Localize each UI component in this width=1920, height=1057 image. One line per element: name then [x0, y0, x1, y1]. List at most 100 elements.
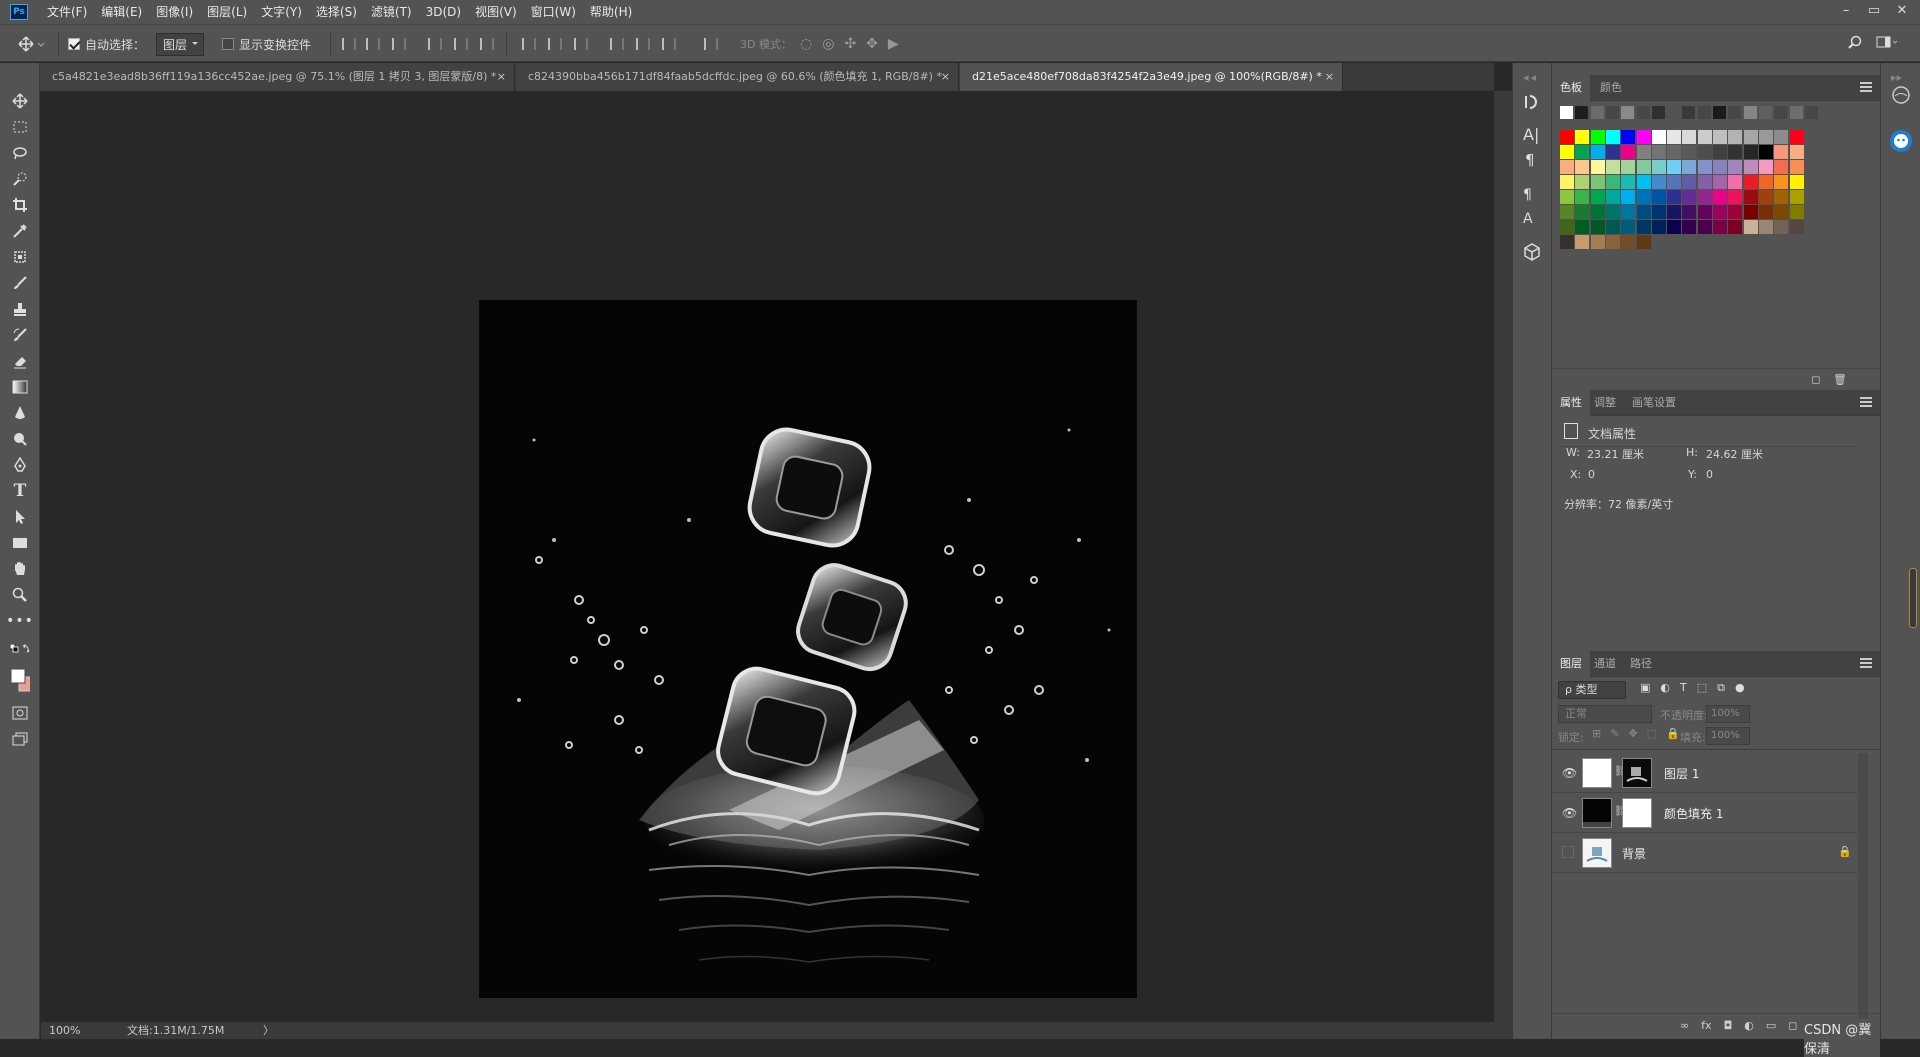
- clone-stamp-tool-icon[interactable]: [10, 299, 30, 319]
- panel-scroll-handle[interactable]: [1909, 568, 1917, 628]
- fill-color-thumbnail[interactable]: [1582, 798, 1612, 828]
- color-swatch[interactable]: [1758, 145, 1773, 159]
- color-swatch[interactable]: [1743, 160, 1758, 174]
- close-window-button[interactable]: ✕: [1888, 0, 1916, 24]
- distribute-top-icon[interactable]: [520, 37, 536, 51]
- recent-swatch[interactable]: [1743, 106, 1757, 119]
- tab-swatches[interactable]: 色板: [1552, 75, 1590, 101]
- color-swatch[interactable]: [1789, 205, 1804, 219]
- color-swatch[interactable]: [1682, 160, 1697, 174]
- hand-tool-icon[interactable]: [10, 559, 30, 579]
- color-swatch[interactable]: [1605, 205, 1620, 219]
- properties-menu-icon[interactable]: [1860, 397, 1872, 407]
- color-swatch[interactable]: [1682, 205, 1697, 219]
- tab-layers[interactable]: 图层: [1552, 651, 1590, 677]
- layer-filter-dropdown[interactable]: ρ 类型: [1558, 681, 1626, 699]
- distribute-hcenter-icon[interactable]: [634, 37, 650, 51]
- tab-adjustments[interactable]: 调整: [1586, 390, 1624, 416]
- color-swatch[interactable]: [1560, 160, 1574, 174]
- color-swatch[interactable]: [1743, 175, 1758, 189]
- visibility-eye-icon[interactable]: 👁: [1562, 806, 1577, 820]
- color-swatch[interactable]: [1743, 220, 1758, 234]
- color-swatch[interactable]: [1728, 130, 1743, 144]
- color-swatch[interactable]: [1651, 160, 1666, 174]
- color-swatch[interactable]: [1636, 220, 1651, 234]
- menu-layer[interactable]: 图层(L): [200, 0, 254, 24]
- align-left-icon[interactable]: [426, 37, 442, 51]
- width-value[interactable]: 23.21 厘米: [1587, 446, 1644, 462]
- color-swatch[interactable]: [1774, 220, 1789, 234]
- color-swatch[interactable]: [1682, 145, 1697, 159]
- tab-close-icon[interactable]: ×: [941, 63, 950, 91]
- recent-swatch[interactable]: [1575, 106, 1589, 119]
- color-swatch[interactable]: [1789, 220, 1804, 234]
- menu-view[interactable]: 视图(V): [468, 0, 524, 24]
- color-swatch[interactable]: [1560, 175, 1574, 189]
- menu-filter[interactable]: 滤镜(T): [364, 0, 419, 24]
- recent-swatch[interactable]: [1636, 106, 1650, 119]
- layer-name[interactable]: 颜色填充 1: [1664, 805, 1723, 822]
- color-swatch[interactable]: [1621, 235, 1636, 249]
- color-swatch[interactable]: [1575, 220, 1590, 234]
- gradient-tool-icon[interactable]: [10, 377, 30, 397]
- recent-swatch[interactable]: [1713, 106, 1726, 119]
- new-swatch-icon[interactable]: ◻: [1808, 372, 1824, 388]
- swatches-menu-icon[interactable]: [1860, 82, 1872, 92]
- color-swatch[interactable]: [1743, 145, 1758, 159]
- color-swatch[interactable]: [1560, 220, 1574, 234]
- layer-row-color-fill-1[interactable]: 👁 ⛓ 颜色填充 1: [1552, 793, 1858, 833]
- color-swatch[interactable]: [1758, 220, 1773, 234]
- recent-swatch[interactable]: [1605, 106, 1619, 119]
- color-swatch[interactable]: [1605, 175, 1620, 189]
- color-swatch[interactable]: [1697, 190, 1712, 204]
- character-panel-icon[interactable]: A|: [1523, 125, 1539, 144]
- layer-name[interactable]: 背景: [1622, 845, 1646, 862]
- color-swatch[interactable]: [1651, 220, 1666, 234]
- color-swatch[interactable]: [1697, 145, 1712, 159]
- auto-select-checkbox[interactable]: [68, 38, 80, 50]
- 3d-orbit-icon[interactable]: ◌: [800, 36, 812, 52]
- new-layer-icon[interactable]: ◻: [1788, 1019, 1797, 1032]
- show-transform-checkbox[interactable]: [222, 38, 234, 50]
- visibility-toggle-hidden[interactable]: [1562, 846, 1574, 858]
- color-swatch[interactable]: [1636, 145, 1651, 159]
- color-swatch[interactable]: [1789, 130, 1804, 144]
- color-swatch[interactable]: [1667, 130, 1682, 144]
- menu-select[interactable]: 选择(S): [309, 0, 364, 24]
- pen-tool-icon[interactable]: [10, 455, 30, 475]
- tab-close-icon[interactable]: ×: [1325, 63, 1334, 91]
- color-swatch[interactable]: [1713, 190, 1727, 204]
- zoom-level[interactable]: 100%: [49, 1022, 80, 1039]
- color-swatch[interactable]: [1682, 130, 1697, 144]
- color-swatch[interactable]: [1621, 205, 1636, 219]
- collapse-dock-icon[interactable]: ◂◂: [1523, 71, 1538, 84]
- x-value[interactable]: 0: [1588, 468, 1595, 481]
- color-swatch[interactable]: [1636, 205, 1651, 219]
- color-picker-swatches[interactable]: [10, 663, 30, 697]
- color-swatch[interactable]: [1621, 130, 1636, 144]
- color-swatch[interactable]: [1621, 145, 1636, 159]
- lasso-tool-icon[interactable]: [10, 143, 30, 163]
- layer-name[interactable]: 图层 1: [1664, 765, 1699, 782]
- tab-properties[interactable]: 属性: [1552, 390, 1590, 416]
- color-swatch[interactable]: [1590, 145, 1605, 159]
- color-swatch[interactable]: [1667, 205, 1682, 219]
- canvas-area[interactable]: [41, 91, 1494, 1022]
- color-swatch[interactable]: [1636, 160, 1651, 174]
- color-swatch[interactable]: [1651, 190, 1666, 204]
- 3d-panel-icon[interactable]: [1523, 243, 1541, 264]
- color-swatch[interactable]: [1667, 175, 1682, 189]
- minimize-button[interactable]: –: [1832, 0, 1860, 24]
- color-swatch[interactable]: [1713, 145, 1727, 159]
- healing-brush-tool-icon[interactable]: [10, 247, 30, 267]
- layers-scrollbar[interactable]: [1858, 753, 1868, 1033]
- recent-swatch[interactable]: [1758, 106, 1772, 119]
- paragraph-panel-icon[interactable]: ¶: [1525, 151, 1535, 169]
- color-swatch[interactable]: [1560, 205, 1574, 219]
- color-swatch[interactable]: [1590, 235, 1605, 249]
- color-swatch[interactable]: [1590, 205, 1605, 219]
- color-swatch[interactable]: [1728, 145, 1743, 159]
- type-tool-icon[interactable]: T: [10, 481, 30, 501]
- color-swatch[interactable]: [1758, 130, 1773, 144]
- recent-swatch[interactable]: [1804, 106, 1818, 119]
